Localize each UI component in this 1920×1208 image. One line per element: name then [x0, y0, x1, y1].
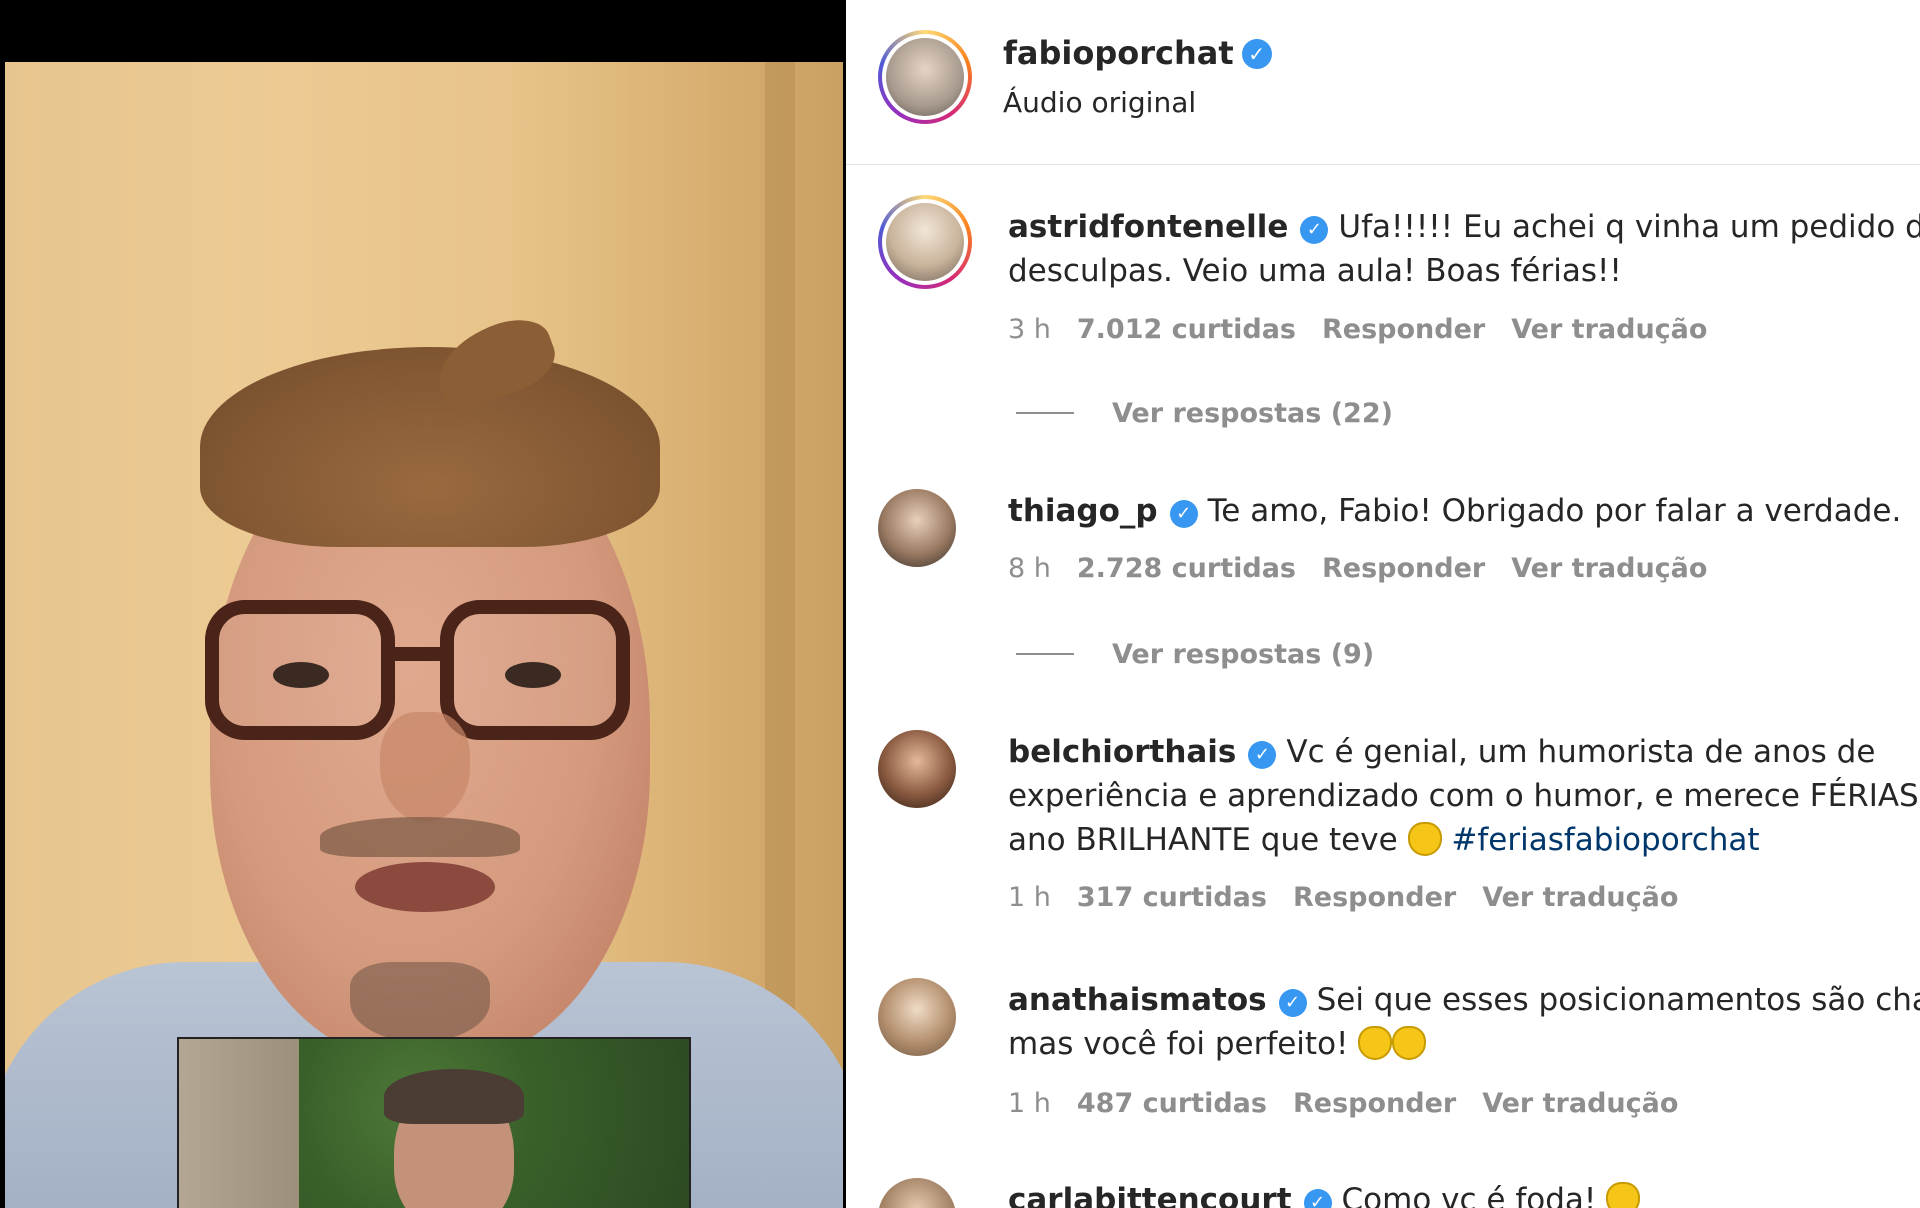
mustache: [320, 817, 520, 857]
comment-time: 3 h: [1008, 314, 1051, 345]
comment-meta: 3 h 7.012 curtidas Responder Ver tradução: [1008, 314, 1733, 345]
comment-line: Como vc é foda!: [1341, 1182, 1597, 1208]
commenter-username[interactable]: thiago_p: [1008, 493, 1158, 529]
commenter-avatar[interactable]: [878, 1178, 956, 1208]
likes-count[interactable]: 487 curtidas: [1077, 1088, 1267, 1119]
comment-line: Sei que esses posicionamentos são chatos…: [1316, 982, 1920, 1018]
comment-text: belchiorthais ✓ Vc é genial, um humorista …: [1008, 730, 1920, 862]
replies-divider: [1016, 412, 1074, 414]
comment-line: Ufa!!!!! Eu achei q vinha um pedido de: [1338, 209, 1920, 245]
likes-count[interactable]: 7.012 curtidas: [1077, 314, 1296, 345]
verified-badge-icon: ✓: [1300, 216, 1329, 244]
post-header: fabioporchat ✓ Áudio original: [846, 0, 1920, 165]
clapping-hands-emoji: [1407, 822, 1442, 856]
commenter-username[interactable]: belchiorthais: [1008, 734, 1236, 770]
verified-badge-icon: ✓: [1303, 1189, 1332, 1208]
commenter-username[interactable]: anathaismatos: [1008, 982, 1267, 1018]
glasses-bridge: [387, 647, 447, 661]
comment-line: ano BRILHANTE que teve: [1008, 822, 1398, 858]
pip-person-hair: [384, 1069, 524, 1124]
commenter-avatar: [886, 203, 964, 281]
verified-badge-icon: ✓: [1248, 741, 1277, 769]
comment-time: 1 h: [1008, 882, 1051, 913]
view-replies-label: Ver respostas (22): [1112, 398, 1393, 429]
translate-button[interactable]: Ver tradução: [1511, 553, 1707, 584]
comment-meta: 1 h 487 curtidas Responder Ver tradução: [1008, 1088, 1704, 1119]
author-username[interactable]: fabioporchat: [1003, 34, 1234, 72]
right-eye: [505, 662, 561, 688]
comment-text: anathaismatos ✓ Sei que esses posicionamen…: [1008, 978, 1920, 1066]
translate-button[interactable]: Ver tradução: [1482, 882, 1678, 913]
comments-panel: fabioporchat ✓ Áudio original astridfonte…: [846, 0, 1920, 1208]
commenter-avatar[interactable]: [878, 730, 956, 808]
audio-subtitle[interactable]: Áudio original: [1003, 86, 1196, 119]
clapping-hands-emoji: [1358, 1026, 1393, 1060]
reply-button[interactable]: Responder: [1322, 553, 1485, 584]
author-name-row: fabioporchat ✓: [1003, 34, 1272, 72]
comment-time: 1 h: [1008, 1088, 1051, 1119]
verified-badge-icon: ✓: [1278, 989, 1307, 1017]
likes-count[interactable]: 2.728 curtidas: [1077, 553, 1296, 584]
comment-line: Te amo, Fabio! Obrigado por falar a verd…: [1207, 493, 1902, 529]
view-replies-button[interactable]: Ver respostas (9): [1016, 639, 1374, 670]
reply-button[interactable]: Responder: [1293, 882, 1456, 913]
nose: [380, 712, 470, 822]
view-replies-button[interactable]: Ver respostas (22): [1016, 398, 1393, 429]
picture-in-picture-video[interactable]: [177, 1037, 691, 1208]
view-replies-label: Ver respostas (9): [1112, 639, 1375, 670]
pip-wall: [179, 1039, 319, 1208]
clapping-hands-emoji: [1392, 1026, 1427, 1060]
reel-video[interactable]: [0, 0, 846, 1208]
mouth: [355, 862, 495, 912]
beard: [350, 962, 490, 1042]
reply-button[interactable]: Responder: [1322, 314, 1485, 345]
comment-text: astridfontenelle ✓ Ufa!!!!! Eu achei q vin…: [1008, 205, 1920, 293]
comment-time: 8 h: [1008, 553, 1051, 584]
commenter-avatar-ring[interactable]: [878, 195, 972, 289]
comment-line: Vc é genial, um humorista de anos de: [1286, 734, 1876, 770]
comment-line: mas você foi perfeito!: [1008, 1026, 1349, 1062]
author-avatar: [886, 38, 964, 116]
person-hair: [200, 347, 660, 547]
likes-count[interactable]: 317 curtidas: [1077, 882, 1267, 913]
comment-text: carlabittencourt ✓ Como vc é foda!: [1008, 1178, 1920, 1208]
translate-button[interactable]: Ver tradução: [1511, 314, 1707, 345]
hashtag-link[interactable]: #feriasfabioporchat: [1451, 822, 1759, 858]
translate-button[interactable]: Ver tradução: [1482, 1088, 1678, 1119]
commenter-username[interactable]: astridfontenelle: [1008, 209, 1288, 245]
verified-badge-icon: ✓: [1169, 500, 1198, 528]
comment-meta: 1 h 317 curtidas Responder Ver tradução: [1008, 882, 1704, 913]
commenter-avatar[interactable]: [878, 489, 956, 567]
comment-line: experiência e aprendizado com o humor, e…: [1008, 778, 1920, 814]
commenter-avatar[interactable]: [878, 978, 956, 1056]
comment-meta: 8 h 2.728 curtidas Responder Ver tradução: [1008, 553, 1733, 584]
replies-divider: [1016, 653, 1074, 655]
comment-text: thiago_p ✓ Te amo, Fabio! Obrigado por fal…: [1008, 489, 1920, 533]
emoji: [1606, 1182, 1641, 1208]
commenter-username[interactable]: carlabittencourt: [1008, 1182, 1292, 1208]
verified-badge-icon: ✓: [1241, 39, 1272, 69]
reply-button[interactable]: Responder: [1293, 1088, 1456, 1119]
comment-line: desculpas. Veio uma aula! Boas férias!!: [1008, 253, 1622, 289]
left-eye: [273, 662, 329, 688]
author-avatar-ring[interactable]: [878, 30, 972, 124]
